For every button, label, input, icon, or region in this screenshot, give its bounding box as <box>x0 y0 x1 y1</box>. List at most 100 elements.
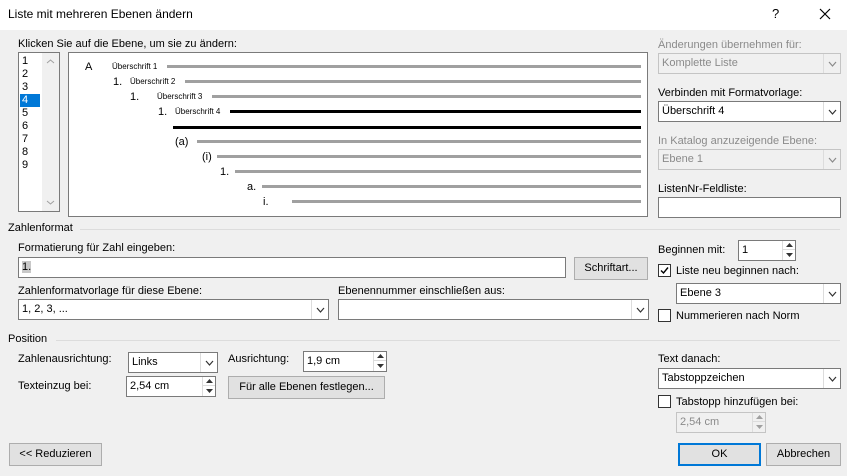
spin-down-icon <box>783 250 795 259</box>
listnum-label: ListenNr-Feldliste: <box>658 183 747 195</box>
chevron-down-icon <box>46 200 55 205</box>
link-style-value: Überschrift 4 <box>662 105 725 117</box>
preview-line <box>235 170 641 173</box>
spin-up-icon <box>753 413 765 422</box>
set-all-levels-button[interactable]: Für alle Ebenen festlegen... <box>228 376 385 399</box>
window-title: Liste mit mehreren Ebenen ändern <box>8 7 193 21</box>
preview-number: (i) <box>202 151 212 163</box>
include-level-select[interactable] <box>338 299 649 320</box>
restart-after-select[interactable]: Ebene 3 <box>676 283 841 304</box>
preview-number: 1. <box>220 166 230 178</box>
apply-to-select[interactable]: Komplette Liste <box>658 53 841 74</box>
text-indent-value: 2,54 cm <box>130 380 170 392</box>
chevron-down-icon <box>631 300 648 319</box>
restart-after-checkbox[interactable] <box>658 264 671 277</box>
spinner-buttons[interactable] <box>373 352 386 371</box>
spin-up-icon <box>203 377 215 386</box>
legal-numbering-checkbox[interactable] <box>658 309 671 322</box>
spin-down-icon <box>374 361 386 370</box>
preview-heading-text: Überschrift 4 <box>175 107 221 116</box>
level-item[interactable]: 4 <box>20 94 40 107</box>
number-style-value: 1, 2, 3, ... <box>22 303 68 315</box>
spinner-buttons[interactable] <box>782 241 795 260</box>
level-item[interactable]: 5 <box>20 107 40 120</box>
follow-number-value: Tabstoppzeichen <box>662 372 745 384</box>
level-item[interactable]: 6 <box>20 120 40 133</box>
level-item[interactable]: 1 <box>20 55 40 68</box>
gallery-level-value: Ebene 1 <box>662 153 703 165</box>
level-listbox[interactable]: 123456789 <box>18 52 60 212</box>
preview-line <box>292 200 641 203</box>
chevron-down-icon <box>823 150 840 169</box>
number-format-section-label: Zahlenformat <box>8 222 73 234</box>
preview-box: A Überschrift 1 1. Überschrift 2 1. Überschri… <box>68 52 648 217</box>
chevron-down-icon <box>823 369 840 388</box>
spinner-buttons[interactable] <box>202 377 215 396</box>
font-button[interactable]: Schriftart... <box>574 257 648 280</box>
aligned-at-value: 1,9 cm <box>307 355 341 367</box>
include-level-label: Ebenennummer einschließen aus: <box>338 285 505 297</box>
add-tab-label: Tabstopp hinzufügen bei: <box>676 396 799 408</box>
aligned-at-spinner[interactable]: 1,9 cm <box>303 351 387 372</box>
less-button[interactable]: << Reduzieren <box>9 443 102 466</box>
number-style-select[interactable]: 1, 2, 3, ... <box>18 299 329 320</box>
number-alignment-label: Zahlenausrichtung: <box>18 353 112 365</box>
spinner-buttons[interactable] <box>752 413 765 432</box>
cancel-button[interactable]: Abbrechen <box>766 443 841 466</box>
add-tab-checkbox[interactable] <box>658 395 671 408</box>
add-tab-value: 2,54 cm <box>680 416 720 428</box>
preview-heading-text: Überschrift 2 <box>130 77 176 86</box>
ok-button[interactable]: OK <box>678 443 761 466</box>
level-scrollbar[interactable] <box>42 53 59 211</box>
preview-line <box>230 110 641 113</box>
position-divider <box>56 340 840 341</box>
number-format-input[interactable]: 1. <box>18 257 566 278</box>
follow-number-select[interactable]: Tabstoppzeichen <box>658 368 841 389</box>
apply-to-value: Komplette Liste <box>662 57 738 69</box>
preview-number: a. <box>247 181 257 193</box>
follow-number-label: Text danach: <box>658 353 721 365</box>
preview-line <box>173 126 641 129</box>
add-tab-spinner[interactable]: 2,54 cm <box>676 412 766 433</box>
level-item[interactable]: 8 <box>20 146 40 159</box>
link-style-select[interactable]: Überschrift 4 <box>658 101 841 122</box>
preview-number: 1. <box>130 91 140 103</box>
listnum-input[interactable] <box>658 197 841 218</box>
apply-to-label: Änderungen übernehmen für: <box>658 39 802 51</box>
preview-number: (a) <box>175 136 189 148</box>
spin-up-icon <box>783 241 795 250</box>
start-at-spinner[interactable]: 1 <box>738 240 796 261</box>
spin-down-icon <box>203 386 215 395</box>
text-indent-spinner[interactable]: 2,54 cm <box>126 376 216 397</box>
number-alignment-select[interactable]: Links <box>128 352 218 373</box>
preview-line <box>197 140 641 143</box>
preview-number: A <box>85 61 93 73</box>
level-item[interactable]: 3 <box>20 81 40 94</box>
text-indent-label: Texteinzug bei: <box>18 380 92 392</box>
close-icon <box>819 8 831 20</box>
checkmark-icon <box>660 267 669 275</box>
level-list: 123456789 <box>20 55 40 172</box>
help-button[interactable]: ? <box>772 6 779 21</box>
preview-line <box>262 185 641 188</box>
legal-numbering-label: Nummerieren nach Norm <box>676 310 800 322</box>
chevron-down-icon <box>823 102 840 121</box>
gallery-level-select[interactable]: Ebene 1 <box>658 149 841 170</box>
preview-number: 1. <box>158 106 168 118</box>
close-button[interactable] <box>817 5 833 21</box>
number-format-value: 1. <box>22 261 32 273</box>
preview-number: 1. <box>113 76 123 88</box>
level-select-label: Klicken Sie auf die Ebene, um sie zu änd… <box>18 38 237 50</box>
level-item[interactable]: 9 <box>20 159 40 172</box>
preview-line <box>167 65 641 68</box>
level-item[interactable]: 2 <box>20 68 40 81</box>
preview-number: i. <box>263 196 269 208</box>
start-at-value: 1 <box>742 244 749 256</box>
level-item[interactable]: 7 <box>20 133 40 146</box>
aligned-at-label: Ausrichtung: <box>228 353 290 365</box>
preview-heading-text: Überschrift 3 <box>157 92 203 101</box>
start-at-label: Beginnen mit: <box>658 244 726 256</box>
chevron-down-icon <box>200 353 217 372</box>
number-format-divider <box>80 229 840 230</box>
link-style-label: Verbinden mit Formatvorlage: <box>658 87 803 99</box>
